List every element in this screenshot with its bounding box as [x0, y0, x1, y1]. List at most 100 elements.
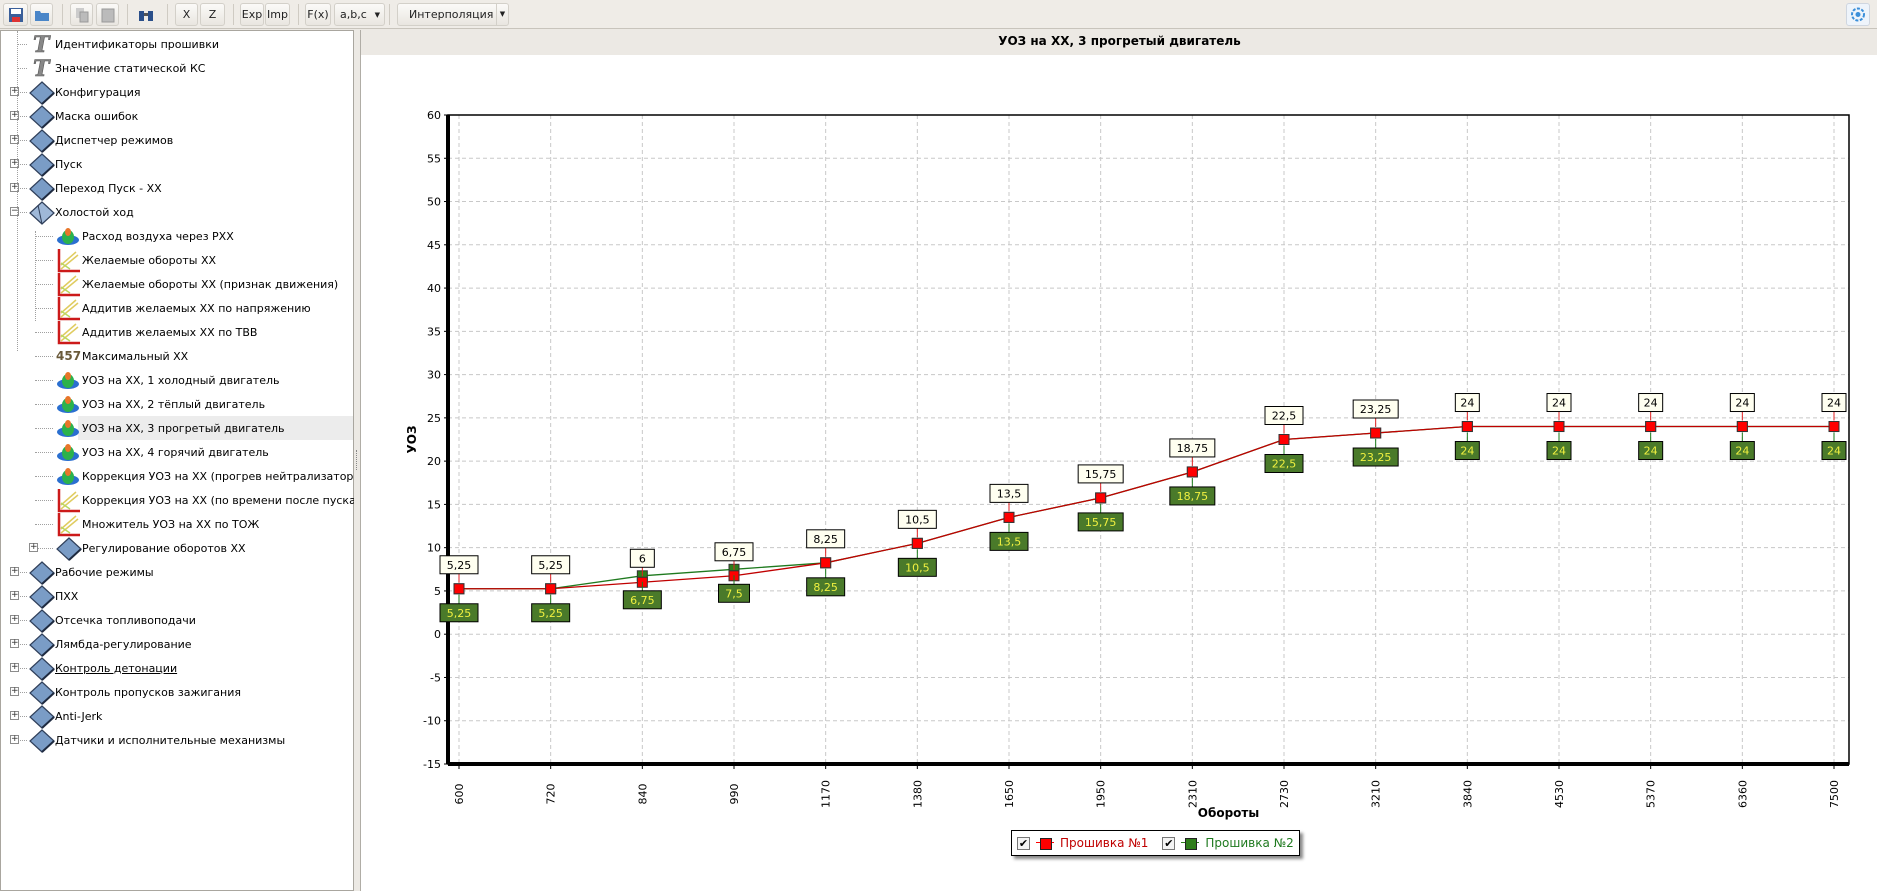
expand-toggle[interactable]: +: [10, 567, 19, 576]
folder-icon: [29, 153, 55, 177]
expand-toggle[interactable]: +: [29, 543, 38, 552]
series-1-point: [1370, 427, 1382, 439]
tree-item[interactable]: Конфигурация: [55, 80, 141, 104]
folder-icon: [29, 729, 55, 753]
tree-item[interactable]: Лямбда-регулирование: [55, 632, 192, 656]
series-1-point: [911, 537, 923, 549]
expand-toggle[interactable]: +: [10, 615, 19, 624]
svg-text:T: T: [33, 57, 51, 79]
tree-item[interactable]: Значение статической КС: [55, 56, 205, 80]
export-button[interactable]: Exp: [240, 3, 264, 26]
tree-item[interactable]: Диспетчер режимов: [55, 128, 173, 152]
tree-item[interactable]: Коррекция УОЗ на ХХ (прогрев нейтрализат…: [82, 464, 364, 488]
paste-button[interactable]: [96, 3, 119, 26]
y-tick-label: 20: [427, 455, 441, 468]
tree-item[interactable]: УОЗ на ХХ, 1 холодный двигатель: [82, 368, 279, 392]
y-tick-label: -15: [423, 758, 441, 771]
tree-item[interactable]: Холостой ход: [55, 200, 134, 224]
series-1-marker-icon: [1036, 838, 1054, 850]
data-label: 5,25: [447, 559, 472, 572]
series-1-point: [1461, 421, 1473, 433]
tree-item[interactable]: УОЗ на ХХ, 2 тёплый двигатель: [82, 392, 265, 416]
tree-item[interactable]: Датчики и исполнительные механизмы: [55, 728, 285, 752]
data-label: 24: [1735, 397, 1749, 410]
expand-toggle[interactable]: +: [10, 711, 19, 720]
tree-item[interactable]: Отсечка топливоподачи: [55, 608, 196, 632]
interpolation-label: Интерполяция: [409, 8, 494, 21]
x-tick-label: 5370: [1645, 780, 1658, 808]
tree-item[interactable]: УОЗ на ХХ, 4 горячий двигатель: [82, 440, 269, 464]
expand-toggle[interactable]: +: [10, 687, 19, 696]
x-tick-label: 720: [545, 784, 558, 805]
folder-open-icon: [29, 201, 55, 225]
tree-item[interactable]: Регулирование оборотов ХХ: [82, 536, 246, 560]
folder-icon: [56, 537, 82, 561]
data-label: 15,75: [1085, 516, 1117, 529]
y-tick-label: 25: [427, 412, 441, 425]
tree-item[interactable]: Аддитив желаемых ХХ по ТВВ: [82, 320, 257, 344]
function-button[interactable]: F(x): [305, 3, 331, 26]
data-label: 5,25: [538, 607, 563, 620]
tree-item[interactable]: ПХХ: [55, 584, 78, 608]
tree-item[interactable]: Желаемые обороты ХХ: [82, 248, 216, 272]
tree-item[interactable]: Маска ошибок: [55, 104, 138, 128]
series-1-point: [545, 583, 557, 595]
tree-item[interactable]: Anti-Jerk: [55, 704, 102, 728]
tree-item[interactable]: Контроль пропусков зажигания: [55, 680, 241, 704]
refresh-button[interactable]: [1846, 3, 1870, 26]
y-tick-label: 5: [434, 585, 441, 598]
tree-item[interactable]: Идентификаторы прошивки: [55, 32, 219, 56]
data-label: 24: [1552, 397, 1566, 410]
tree-item[interactable]: Максимальный ХХ: [82, 344, 188, 368]
tree-item[interactable]: Рабочие режимы: [55, 560, 154, 584]
binoculars-icon: [139, 10, 153, 21]
data-label: 23,25: [1360, 451, 1392, 464]
expand-toggle[interactable]: +: [10, 591, 19, 600]
y-tick-label: 15: [427, 498, 441, 511]
y-tick-label: 10: [427, 542, 441, 555]
surface-icon: [56, 465, 80, 487]
y-tick-label: 30: [427, 369, 441, 382]
series-1-checkbox[interactable]: ✔: [1017, 836, 1030, 850]
folder-icon: [29, 81, 55, 105]
y-axis-label: УОЗ: [405, 426, 419, 454]
chart-panel: УОЗ на ХХ, 3 прогретый двигатель -15 -10-…: [360, 30, 1877, 891]
x-button[interactable]: X: [175, 3, 198, 26]
tree-item[interactable]: УОЗ на ХХ, 3 прогретый двигатель: [82, 416, 285, 440]
find-button[interactable]: [134, 3, 158, 26]
expand-toggle[interactable]: +: [10, 735, 19, 744]
curve-icon: [56, 321, 80, 345]
tree-panel: T Идентификаторы прошивки T Значение статич…: [0, 30, 364, 891]
chart: -15 -10 -5 0 5 10 15 20 25 30 35 40 45 50 55 60 600 720 84…: [405, 109, 1850, 820]
interpolation-dropdown[interactable]: Интерполяция ▼: [397, 3, 509, 26]
open-button[interactable]: [30, 3, 53, 26]
save-button[interactable]: [3, 3, 28, 26]
tree-item[interactable]: Расход воздуха через РХХ: [82, 224, 234, 248]
x-tick-label: 1170: [820, 780, 833, 808]
svg-text:T: T: [33, 33, 51, 55]
tree-item[interactable]: Коррекция УОЗ на ХХ (по времени после пу…: [82, 488, 360, 512]
tree-item[interactable]: Желаемые обороты ХХ (признак движения): [82, 272, 338, 296]
coefficients-dropdown[interactable]: a,b,c ▼: [334, 3, 385, 26]
expand-toggle[interactable]: +: [10, 663, 19, 672]
plot-border: [447, 114, 1850, 765]
tree-item[interactable]: Пуск: [55, 152, 82, 176]
x-tick-label: 1950: [1095, 780, 1108, 808]
copy-button[interactable]: [70, 3, 93, 26]
series-2-checkbox[interactable]: ✔: [1162, 836, 1176, 850]
import-button[interactable]: Imp: [265, 3, 290, 26]
data-label: 18,75: [1177, 442, 1209, 455]
folder-open-icon: [34, 10, 49, 21]
surface-icon: [56, 369, 80, 391]
tree-item[interactable]: Аддитив желаемых ХХ по напряжению: [82, 296, 311, 320]
x-tick-label: 600: [453, 784, 466, 805]
data-label: 15,75: [1085, 468, 1117, 481]
tree-item[interactable]: Переход Пуск - ХХ: [55, 176, 162, 200]
y-tick-label: -10: [423, 715, 441, 728]
expand-toggle[interactable]: +: [10, 639, 19, 648]
series-1-line: [459, 425, 1834, 590]
tree-item[interactable]: Множитель УОЗ на ХХ по ТОЖ: [82, 512, 259, 536]
z-button[interactable]: Z: [200, 3, 225, 26]
copy-icon: [75, 7, 88, 22]
tree-item[interactable]: Контроль детонации: [55, 656, 177, 680]
